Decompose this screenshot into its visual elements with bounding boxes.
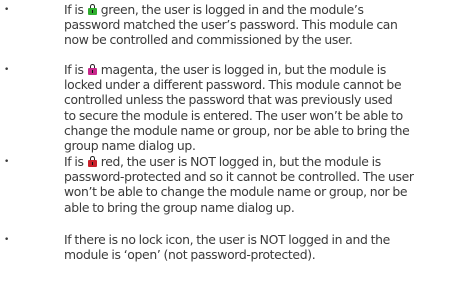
text-line: able to bring the group name dialog up.: [64, 200, 322, 215]
text-line: controlled unless the password that was …: [64, 92, 393, 107]
text-line: If is green, the user is logged in and t…: [64, 2, 364, 17]
text-line: to secure the module is entered. The use…: [64, 108, 403, 123]
text-segment: locked under a different password. This …: [64, 77, 402, 93]
text-line: module is ‘open’ (not password-protected…: [64, 247, 322, 262]
text-line: If there is no lock icon, the user is NO…: [64, 232, 390, 247]
text-line: group name dialog up.: [64, 138, 322, 153]
list-item-text: If is magenta, the user is logged in, bu…: [64, 62, 410, 153]
text-segment: If is: [64, 154, 87, 169]
text-line: change the module name or group, nor be …: [64, 123, 410, 138]
list-item-text: If is green, the user is logged in and t…: [64, 2, 398, 48]
list-item: • If is green, the user is logged in and …: [0, 2, 454, 48]
text-line: now be controlled and commissioned by th…: [64, 32, 353, 47]
text-segment: module is ‘open’ (not password-protected…: [64, 247, 316, 263]
text-line: locked under a different password. This …: [64, 77, 402, 92]
text-segment: controlled unless the password that was …: [64, 92, 393, 108]
text-segment: password-protected and so it cannot be c…: [64, 169, 414, 185]
text-line: password matched the user’s password. Th…: [64, 17, 398, 32]
list-item-text: If there is no lock icon, the user is NO…: [64, 232, 390, 262]
padlock-red-icon: [87, 156, 97, 167]
text-segment: red, the user is NOT logged in, but the …: [97, 154, 381, 169]
bullet-marker: •: [4, 5, 9, 15]
list-item-text: If is red, the user is NOT logged in, bu…: [64, 154, 414, 215]
text-segment: If is: [64, 62, 87, 77]
text-segment: now be controlled and commissioned by th…: [64, 32, 353, 48]
list-item: • If is magenta, the user is logged in, …: [0, 62, 454, 153]
text-segment: password matched the user’s password. Th…: [64, 17, 398, 33]
text-segment: If is: [64, 2, 87, 17]
text-segment: green, the user is logged in and the mod…: [97, 2, 364, 17]
text-segment: won’t be able to change the module name …: [64, 184, 408, 200]
text-line: If is red, the user is NOT logged in, bu…: [64, 154, 381, 169]
text-segment: magenta, the user is logged in, but the …: [97, 62, 387, 77]
list-item: • If is red, the user is NOT logged in, b…: [0, 154, 454, 215]
bullet-marker: •: [4, 235, 9, 245]
text-segment: If there is no lock icon, the user is NO…: [64, 232, 390, 247]
padlock-magenta-icon: [87, 64, 97, 75]
text-segment: to secure the module is entered. The use…: [64, 107, 403, 123]
bullet-marker: •: [4, 65, 9, 75]
bullet-marker: •: [4, 157, 9, 167]
list-item: • If there is no lock icon, the user is N…: [0, 232, 454, 262]
text-line: password-protected and so it cannot be c…: [64, 169, 414, 184]
text-segment: group name dialog up.: [64, 138, 196, 154]
text-line: If is magenta, the user is logged in, bu…: [64, 62, 386, 77]
text-line: won’t be able to change the module name …: [64, 184, 408, 199]
text-segment: able to bring the group name dialog up.: [64, 199, 295, 215]
text-segment: change the module name or group, nor be …: [64, 122, 410, 138]
padlock-green-icon: [87, 4, 97, 15]
